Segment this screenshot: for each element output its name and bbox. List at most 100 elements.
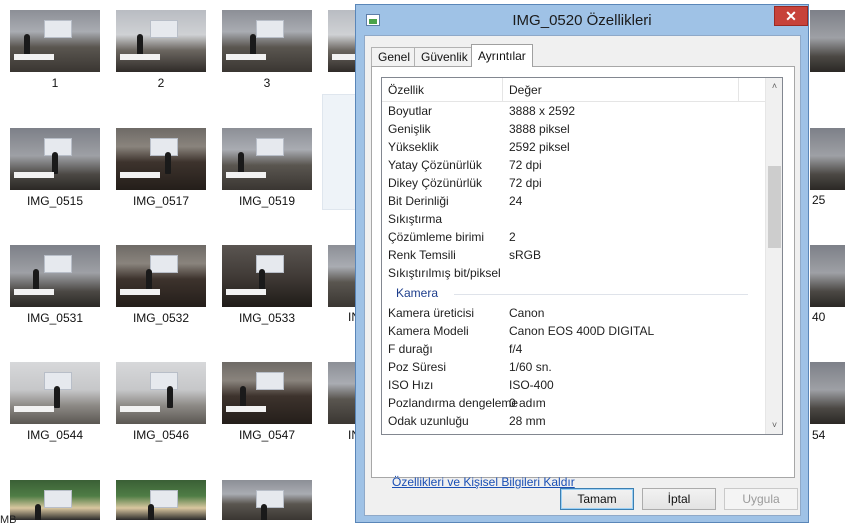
thumbnail-label[interactable]: IMG_0515	[2, 194, 108, 208]
person-figure	[240, 386, 246, 408]
tab-general[interactable]: Genel	[371, 47, 418, 66]
thumbnail-label[interactable]: IMG_0517	[108, 194, 214, 208]
property-name: Çözümleme birimi	[388, 230, 485, 244]
scroll-up-button[interactable]: ˄	[766, 78, 782, 95]
thumbnail-label[interactable]: IMG_0531	[2, 311, 108, 325]
property-row[interactable]: Poz Süresi 1/60 sn.	[382, 358, 765, 376]
property-row[interactable]: Dikey Çözünürlük 72 dpi	[382, 174, 765, 192]
property-row[interactable]: Odak uzunluğu 28 mm	[382, 412, 765, 430]
selected-item-highlight	[322, 94, 358, 210]
image-thumbnail[interactable]	[810, 10, 845, 72]
image-thumbnail[interactable]	[116, 362, 206, 424]
thumbnail-label[interactable]: IMG_0533	[214, 311, 320, 325]
property-name: Odak uzunluğu	[388, 414, 469, 428]
property-row[interactable]: Çözümleme birimi 2	[382, 228, 765, 246]
property-name: Yükseklik	[388, 140, 439, 154]
image-thumbnail[interactable]	[222, 10, 312, 72]
thumbnail-label[interactable]: IMG_0532	[108, 311, 214, 325]
image-thumbnail[interactable]	[810, 245, 845, 307]
property-row[interactable]: Sıkıştırılmış bit/piksel	[382, 264, 765, 282]
property-row[interactable]: Yükseklik 2592 piksel	[382, 138, 765, 156]
apply-button[interactable]: Uygula	[724, 488, 798, 510]
property-row[interactable]: Boyutlar 3888 x 2592	[382, 102, 765, 120]
table-figure	[120, 54, 160, 60]
thumbnail-label[interactable]: IMG_0544	[2, 428, 108, 442]
image-thumbnail[interactable]	[116, 10, 206, 72]
column-header-property[interactable]: Özellik	[382, 78, 424, 102]
image-thumbnail[interactable]	[328, 362, 355, 424]
image-thumbnail[interactable]	[222, 362, 312, 424]
property-name: ISO Hızı	[388, 378, 434, 392]
scrollbar-thumb[interactable]	[768, 166, 781, 248]
table-figure	[120, 406, 160, 412]
person-figure	[54, 386, 60, 408]
group-header-camera[interactable]: Kamera	[382, 284, 765, 302]
vertical-scrollbar[interactable]: ˄ ˅	[765, 78, 782, 434]
property-list[interactable]: Özellik Değer Boyutlar 3888 x 2592 Genişli…	[381, 77, 783, 435]
ok-button[interactable]: Tamam	[560, 488, 634, 510]
image-thumbnail[interactable]	[810, 128, 845, 190]
property-row[interactable]: Bit Derinliği 24	[382, 192, 765, 210]
image-thumbnail[interactable]	[222, 128, 312, 190]
image-thumbnail[interactable]	[116, 480, 206, 520]
property-row[interactable]: Yatay Çözünürlük 72 dpi	[382, 156, 765, 174]
tab-details[interactable]: Ayrıntılar	[471, 44, 533, 67]
image-thumbnail[interactable]	[10, 10, 100, 72]
property-value: 2	[509, 230, 516, 244]
thumbnail-label[interactable]: 25	[812, 193, 842, 207]
thumbnail-label[interactable]: IMG_0519	[214, 194, 320, 208]
remove-properties-link[interactable]: Özellikleri ve Kişisel Bilgileri Kaldır	[392, 475, 575, 489]
details-panel: Özellik Değer Boyutlar 3888 x 2592 Genişli…	[371, 66, 795, 489]
person-figure	[261, 504, 267, 520]
projection-screen	[150, 20, 178, 38]
property-row[interactable]: Kamera Modeli Canon EOS 400D DIGITAL	[382, 322, 765, 340]
property-row[interactable]: Sıkıştırma	[382, 210, 765, 228]
thumbnail-label[interactable]: IMG_0546	[108, 428, 214, 442]
property-value: 28 mm	[509, 414, 546, 428]
image-thumbnail[interactable]	[116, 245, 206, 307]
image-thumbnail[interactable]	[328, 245, 355, 307]
property-row[interactable]: Kamera üreticisi Canon	[382, 304, 765, 322]
property-name: Renk Temsili	[388, 248, 456, 262]
column-divider[interactable]	[738, 78, 739, 102]
thumbnail-label[interactable]: 3	[214, 76, 320, 90]
image-thumbnail[interactable]	[810, 362, 845, 424]
projection-screen	[150, 372, 178, 390]
property-value: 3888 piksel	[509, 122, 570, 136]
property-value: 1/60 sn.	[509, 360, 552, 374]
tab-security[interactable]: Güvenlik	[414, 47, 475, 66]
cancel-button[interactable]: İptal	[642, 488, 716, 510]
property-row[interactable]: Renk Temsili sRGB	[382, 246, 765, 264]
property-row[interactable]: F durağı f/4	[382, 340, 765, 358]
property-name: F durağı	[388, 342, 433, 356]
image-thumbnail[interactable]	[10, 128, 100, 190]
image-thumbnail[interactable]	[116, 128, 206, 190]
person-figure	[33, 269, 39, 291]
table-figure	[14, 289, 54, 295]
table-figure	[14, 54, 54, 60]
property-row[interactable]: ISO Hızı ISO-400	[382, 376, 765, 394]
property-name: Poz Süresi	[388, 360, 447, 374]
property-row[interactable]: Genişlik 3888 piksel	[382, 120, 765, 138]
image-thumbnail[interactable]	[10, 362, 100, 424]
image-thumbnail[interactable]	[222, 245, 312, 307]
image-thumbnail[interactable]	[10, 245, 100, 307]
property-row[interactable]: Pozlandırma dengeleme 0 adım	[382, 394, 765, 412]
dialog-titlebar[interactable]: IMG_0520 Özellikleri ✕	[356, 5, 808, 35]
table-figure	[226, 172, 266, 178]
thumbnail-label[interactable]: IMG_0547	[214, 428, 320, 442]
close-button[interactable]: ✕	[774, 6, 808, 26]
property-value: 3888 x 2592	[509, 104, 576, 118]
image-thumbnail[interactable]	[222, 480, 312, 520]
image-thumbnail[interactable]	[10, 480, 100, 520]
property-name: Dikey Çözünürlük	[388, 176, 483, 190]
thumbnail-label[interactable]: 2	[108, 76, 214, 90]
thumbnail-label[interactable]: 1	[2, 76, 108, 90]
thumbnail-label[interactable]: 40	[812, 310, 842, 324]
scroll-down-button[interactable]: ˅	[766, 417, 782, 434]
thumbnail-label[interactable]: 54	[812, 428, 842, 442]
group-divider	[454, 294, 748, 295]
column-header-value[interactable]: Değer	[503, 78, 542, 102]
projection-screen	[150, 255, 178, 273]
property-name: Genişlik	[388, 122, 431, 136]
